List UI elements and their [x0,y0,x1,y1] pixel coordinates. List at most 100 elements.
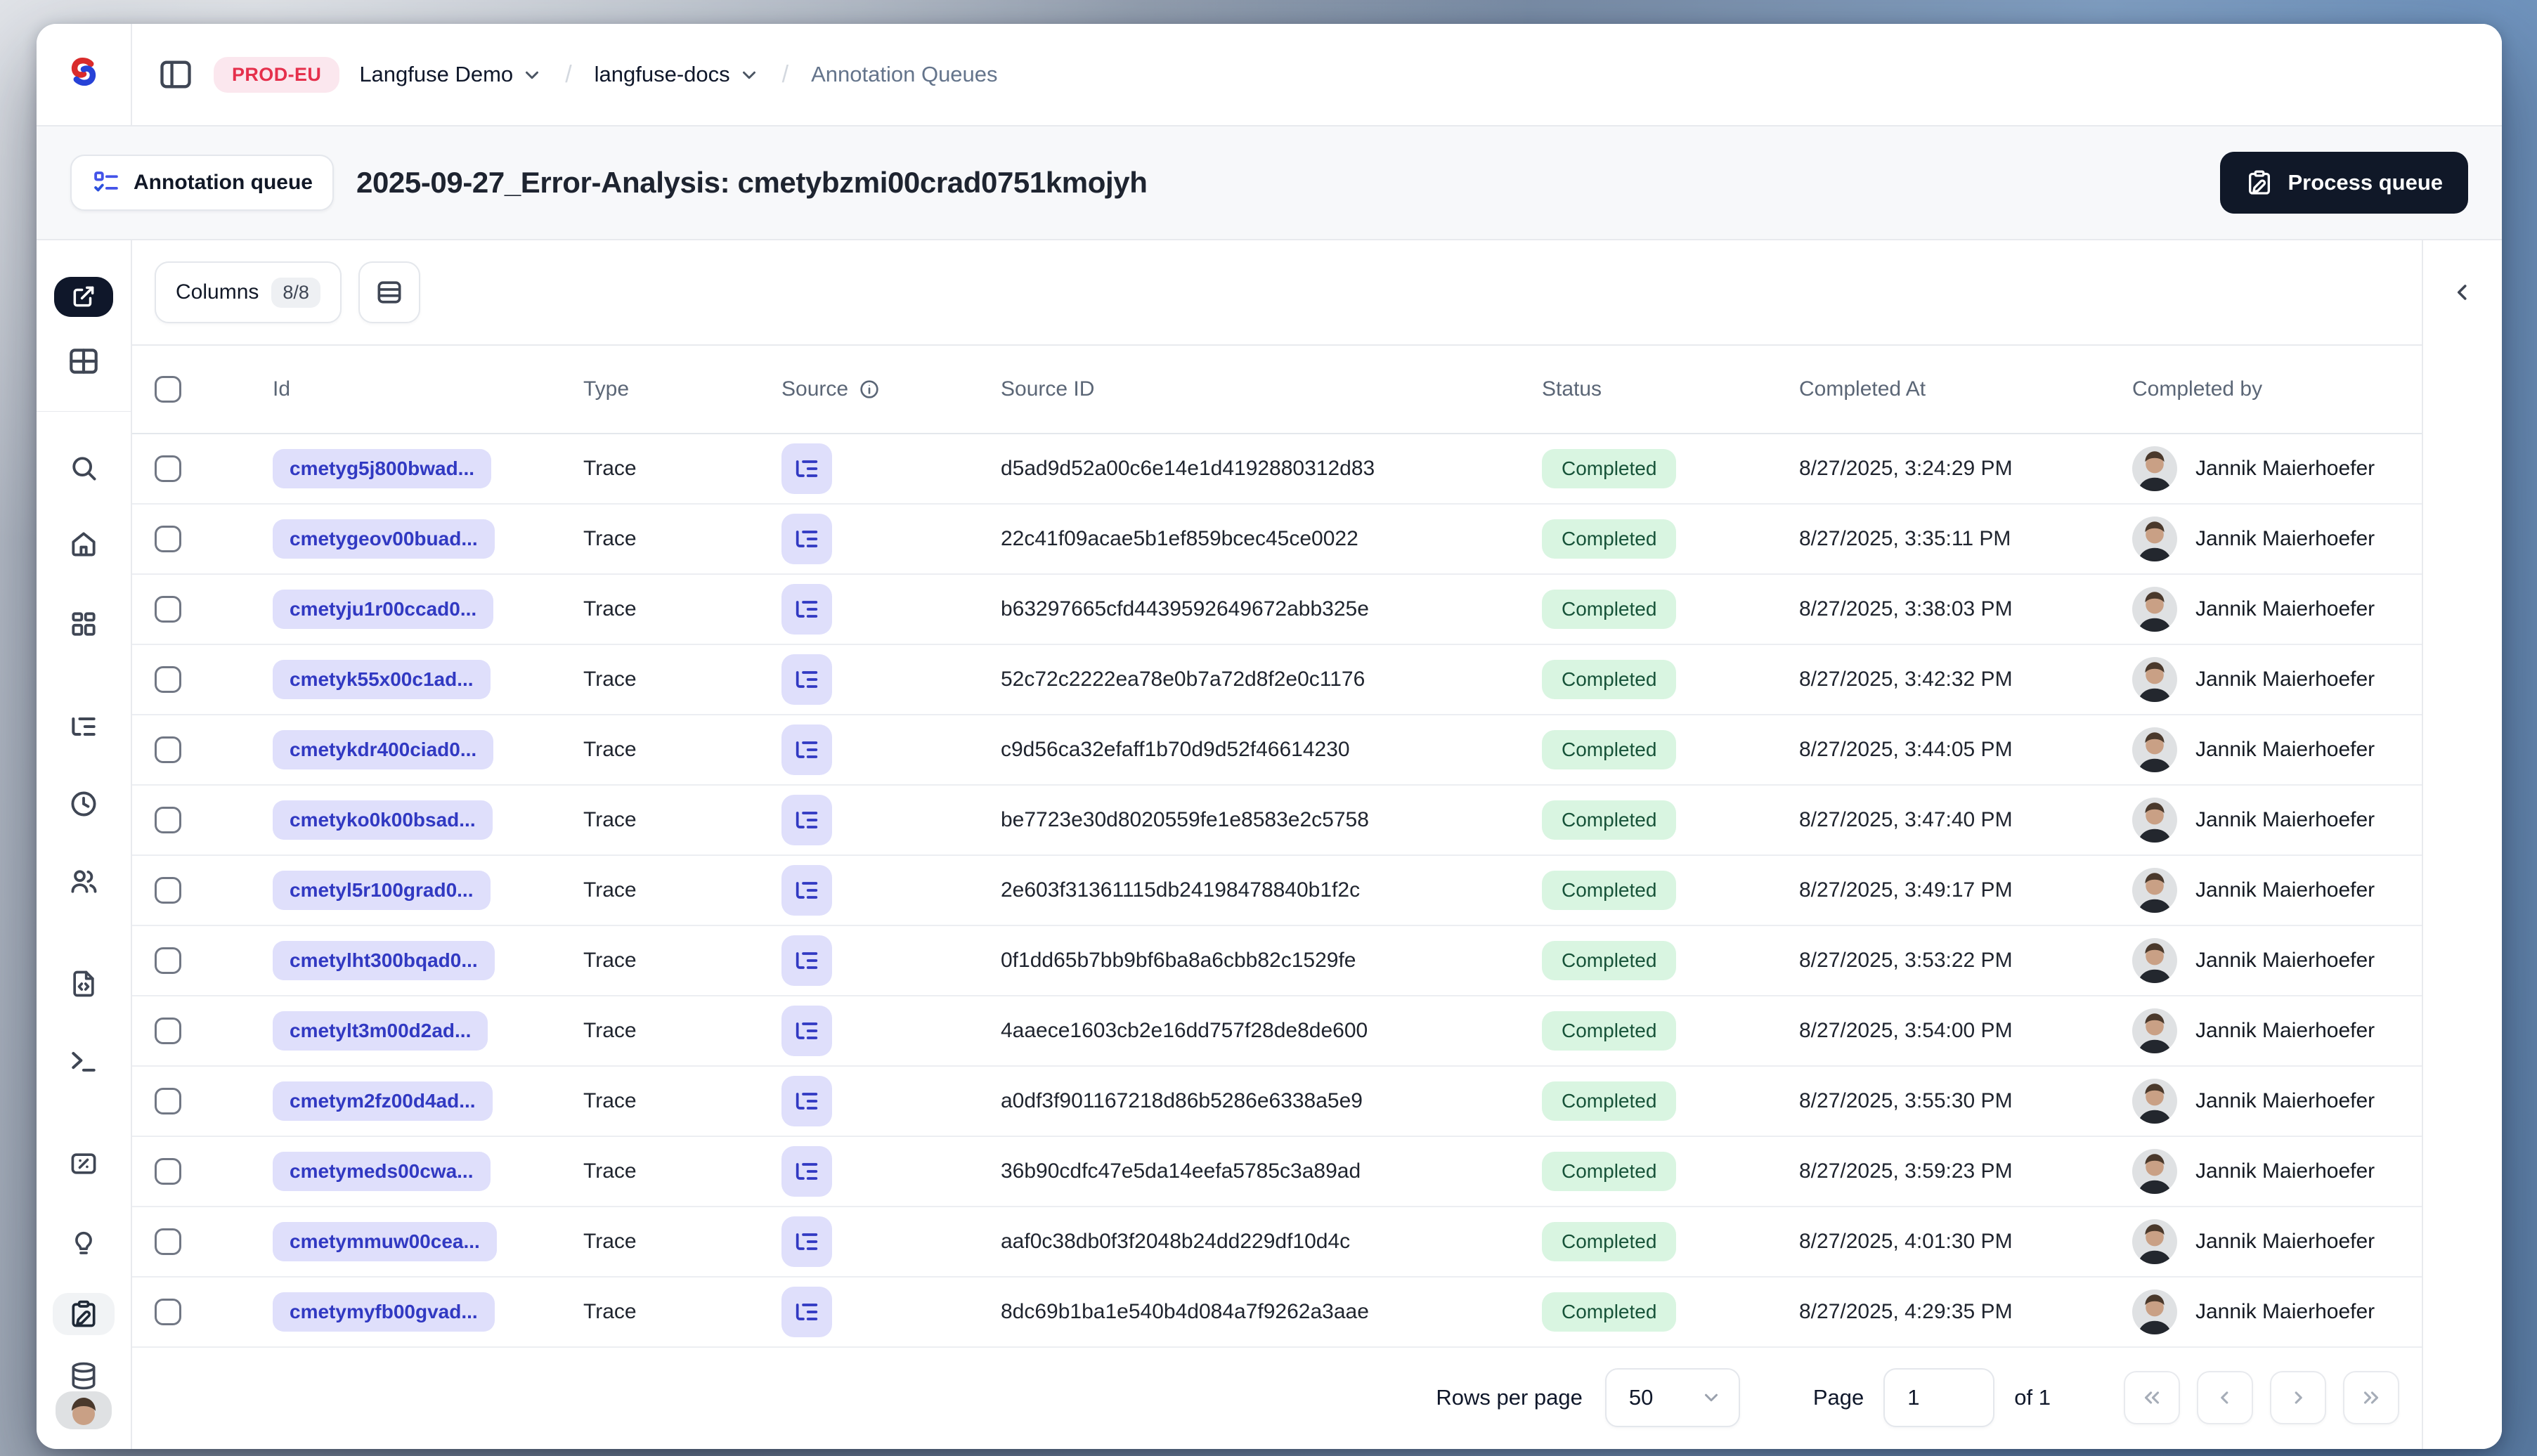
breadcrumb-project[interactable]: langfuse-docs [595,62,760,87]
trace-source-icon[interactable] [781,1006,832,1056]
table-row[interactable]: cmetyko0k00bsad... Trace be7723e30d80205… [132,786,2422,856]
first-page-button[interactable] [2124,1371,2180,1424]
table-row[interactable]: cmetymmuw00cea... Trace aaf0c38db0f3f204… [132,1207,2422,1278]
sidebar-item-dashboards[interactable] [68,609,99,639]
trace-source-icon[interactable] [781,935,832,986]
trace-source-icon[interactable] [781,1146,832,1197]
column-header-status[interactable]: Status [1519,377,1777,401]
sidebar-item-evaluation[interactable] [68,1148,99,1179]
column-header-source-id[interactable]: Source ID [978,377,1519,401]
trace-source-icon[interactable] [781,654,832,705]
row-checkbox[interactable] [155,947,181,974]
sidebar-item-insights[interactable] [68,1227,99,1258]
columns-button[interactable]: Columns 8/8 [155,261,342,323]
table-row[interactable]: cmetymyfb00gvad... Trace 8dc69b1ba1e540b… [132,1278,2422,1348]
row-completed-at: 8/27/2025, 3:55:30 PM [1799,1089,2013,1112]
trace-source-icon[interactable] [781,1287,832,1337]
page-number-input[interactable] [1883,1368,1995,1427]
status-badge: Completed [1542,1081,1677,1121]
langfuse-logo-icon[interactable] [60,48,108,101]
row-id-link[interactable]: cmetygeov00buad... [273,519,495,559]
sidebar-item-go-to-project[interactable] [54,277,113,317]
sidebar-item-annotation-queues[interactable] [53,1293,115,1335]
column-header-type[interactable]: Type [561,377,759,401]
row-id-link[interactable]: cmetyl5r100grad0... [273,871,491,910]
table-row[interactable]: cmetylht300bqad0... Trace 0f1dd65b7bb9bf… [132,926,2422,996]
sidebar-toggle-button[interactable] [157,56,194,93]
table-row[interactable]: cmetyju1r00ccad0... Trace b63297665cfd44… [132,575,2422,645]
table-row[interactable]: cmetyl5r100grad0... Trace 2e603f31361115… [132,856,2422,926]
row-id-link[interactable]: cmetylht300bqad0... [273,941,495,980]
row-id-link[interactable]: cmetymmuw00cea... [273,1222,497,1261]
row-checkbox[interactable] [155,1018,181,1044]
trace-source-icon[interactable] [781,1216,832,1267]
trace-source-icon[interactable] [781,865,832,916]
row-id-link[interactable]: cmetyk55x00c1ad... [273,660,491,699]
row-id-link[interactable]: cmetylt3m00d2ad... [273,1011,488,1051]
row-checkbox[interactable] [155,1088,181,1114]
prev-page-button[interactable] [2197,1371,2253,1424]
percent-card-icon [71,1153,96,1174]
sidebar-item-prompts[interactable] [68,968,99,999]
row-checkbox[interactable] [155,1158,181,1185]
list-tree-icon [68,711,99,742]
table-row[interactable]: cmetygeov00buad... Trace 22c41f09acae5b1… [132,505,2422,575]
table-row[interactable]: cmetym2fz00d4ad... Trace a0df3f901167218… [132,1067,2422,1137]
sidebar-item-search[interactable] [68,453,99,483]
table-row[interactable]: cmetykdr400ciad0... Trace c9d56ca32efaff… [132,715,2422,786]
info-icon [860,380,878,398]
sidebar-item-users[interactable] [68,866,99,897]
row-checkbox[interactable] [155,455,181,482]
column-header-completed-by[interactable]: Completed by [2110,377,2422,401]
trace-source-icon[interactable] [781,795,832,845]
sidebar-item-playground[interactable] [68,1046,99,1077]
sidebar-item-datasets[interactable] [68,1360,99,1391]
sidebar-item-tables[interactable] [66,344,101,379]
row-checkbox[interactable] [155,526,181,552]
rows-per-page-select[interactable]: 50 [1604,1368,1740,1427]
trace-source-icon[interactable] [781,443,832,494]
row-height-button[interactable] [358,261,420,323]
breadcrumb-org[interactable]: Langfuse Demo [359,62,543,87]
trace-source-icon[interactable] [781,724,832,775]
row-id-link[interactable]: cmetykdr400ciad0... [273,730,494,769]
row-checkbox[interactable] [155,1299,181,1325]
last-page-button[interactable] [2343,1371,2399,1424]
avatar [2132,1289,2177,1334]
column-header-id[interactable]: Id [250,377,561,401]
row-checkbox[interactable] [155,666,181,693]
row-checkbox[interactable] [155,596,181,623]
select-all-checkbox[interactable] [155,376,181,403]
column-header-completed-at[interactable]: Completed At [1777,377,2110,401]
next-page-button[interactable] [2270,1371,2326,1424]
row-id-link[interactable]: cmetymeds00cwa... [273,1152,491,1191]
trace-source-icon[interactable] [781,584,832,635]
top-header: PROD-EU Langfuse Demo / langfuse-docs / … [37,24,2502,125]
table-row[interactable]: cmetyg5j800bwad... Trace d5ad9d52a00c6e1… [132,434,2422,505]
row-checkbox[interactable] [155,807,181,833]
collapse-panel-button[interactable] [2441,271,2484,313]
row-id-link[interactable]: cmetyju1r00ccad0... [273,590,494,629]
row-id-link[interactable]: cmetym2fz00d4ad... [273,1081,493,1121]
row-id-link[interactable]: cmetymyfb00gvad... [273,1292,495,1332]
columns-count-badge: 8/8 [271,277,320,308]
row-checkbox[interactable] [155,877,181,904]
sidebar-item-tracing[interactable] [68,711,99,742]
table-row[interactable]: cmetylt3m00d2ad... Trace 4aaece1603cb2e1… [132,996,2422,1067]
process-queue-button[interactable]: Process queue [2220,152,2468,214]
sidebar-item-sessions[interactable] [68,788,99,819]
trace-source-icon[interactable] [781,1076,832,1126]
row-id-link[interactable]: cmetyg5j800bwad... [273,449,492,488]
avatar [2132,446,2177,491]
column-header-source[interactable]: Source [759,377,978,401]
trace-source-icon[interactable] [781,514,832,564]
table-row[interactable]: cmetymeds00cwa... Trace 36b90cdfc47e5da1… [132,1137,2422,1207]
table-row[interactable]: cmetyk55x00c1ad... Trace 52c72c2222ea78e… [132,645,2422,715]
row-id-link[interactable]: cmetyko0k00bsad... [273,800,493,840]
row-type: Trace [583,527,637,550]
sidebar-item-home[interactable] [68,528,99,559]
user-avatar[interactable] [56,1391,112,1429]
row-checkbox[interactable] [155,1228,181,1255]
annotation-queue-badge[interactable]: Annotation queue [70,155,334,211]
row-checkbox[interactable] [155,736,181,763]
